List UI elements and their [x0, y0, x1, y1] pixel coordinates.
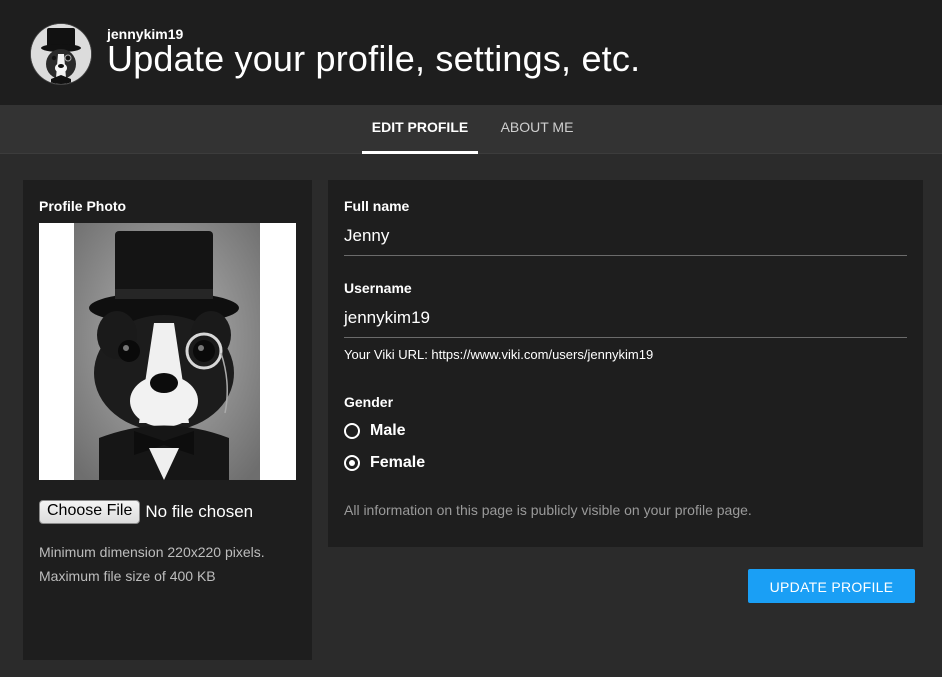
avatar[interactable]	[31, 24, 91, 84]
username-input[interactable]: jennykim19	[344, 308, 907, 338]
profile-photo-panel: Profile Photo Choose File No file chosen…	[23, 180, 312, 660]
radio-male[interactable]	[344, 423, 360, 439]
photo-hint-dimension: Minimum dimension 220x220 pixels.	[39, 544, 265, 560]
page-header: jennykim19 Update your profile, settings…	[0, 0, 942, 105]
page-title: Update your profile, settings, etc.	[107, 38, 641, 79]
full-name-label: Full name	[344, 198, 410, 214]
public-visibility-note: All information on this page is publicly…	[344, 502, 752, 518]
radio-female-label: Female	[370, 454, 426, 471]
file-upload: Choose File No file chosen	[39, 500, 253, 524]
dog-avatar-image	[31, 24, 91, 84]
profile-form-panel: Full name Jenny Username jennykim19 Your…	[328, 180, 923, 547]
viki-url: Your Viki URL: https://www.viki.com/user…	[344, 347, 654, 362]
profile-photo	[39, 223, 296, 480]
tab-bar: EDIT PROFILE ABOUT ME	[0, 105, 942, 154]
username-label: Username	[344, 280, 412, 296]
radio-female[interactable]	[344, 455, 360, 471]
tab-about-me[interactable]: ABOUT ME	[489, 105, 585, 151]
choose-file-button[interactable]: Choose File	[39, 500, 141, 524]
gender-option-male[interactable]: Male	[344, 422, 406, 442]
update-profile-button[interactable]: UPDATE PROFILE	[748, 569, 915, 603]
dog-photo-image	[39, 223, 296, 480]
profile-photo-label: Profile Photo	[39, 198, 127, 214]
gender-label: Gender	[344, 394, 394, 410]
radio-male-label: Male	[370, 422, 406, 439]
file-status: No file chosen	[145, 502, 254, 521]
photo-hint-size: Maximum file size of 400 KB	[39, 568, 216, 584]
tab-edit-profile[interactable]: EDIT PROFILE	[362, 105, 478, 154]
full-name-input[interactable]: Jenny	[344, 226, 907, 256]
gender-option-female[interactable]: Female	[344, 454, 425, 474]
